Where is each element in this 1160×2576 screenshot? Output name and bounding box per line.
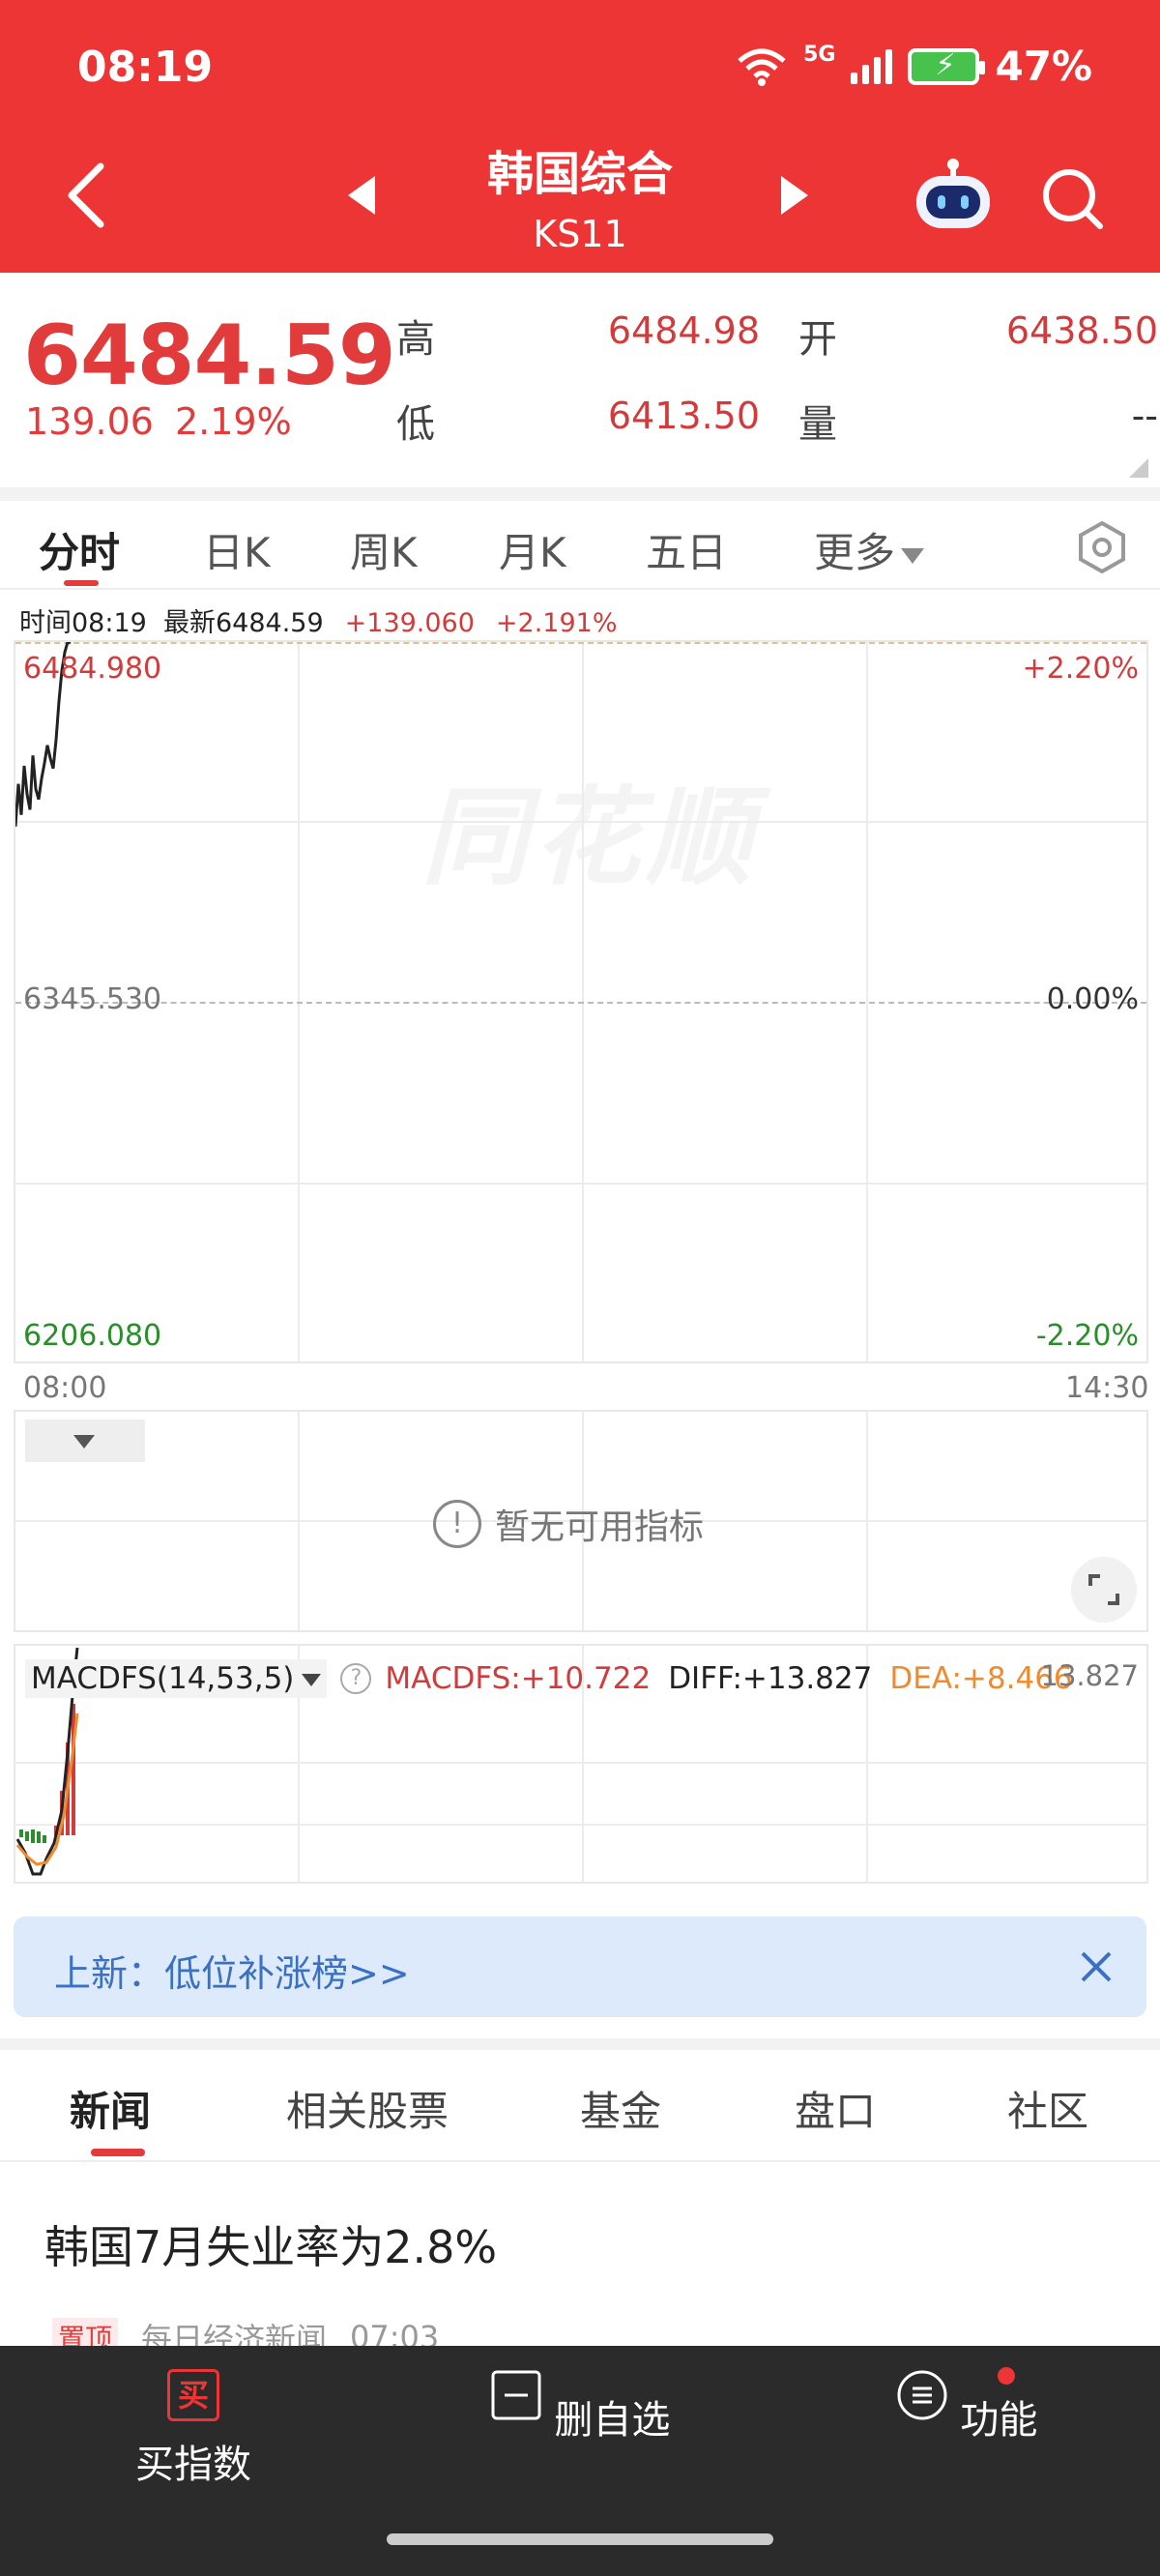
news-tab-indicator	[91, 2149, 145, 2156]
promo-banner[interactable]: 上新：低位补涨榜>>	[14, 1917, 1146, 2017]
tab-community[interactable]: 社区	[1007, 2079, 1088, 2138]
no-indicator-message: ! 暂无可用指标	[433, 1499, 704, 1549]
wifi-icon	[738, 48, 786, 86]
pct-label-top: +2.20%	[1022, 652, 1139, 686]
high-label: 高	[396, 317, 435, 362]
signal-icon	[851, 48, 893, 84]
minus-square-icon	[491, 2370, 541, 2420]
screen: 08:19 5G ⚡ 47% 韩国综合 KS11 6484.59 139.06 …	[0, 0, 1160, 2576]
fullscreen-icon[interactable]	[1071, 1557, 1137, 1623]
price-change: 139.06 2.19%	[25, 400, 292, 443]
battery-percent: 47%	[995, 43, 1092, 90]
divider	[0, 2160, 1160, 2162]
menu-circle-icon	[897, 2370, 947, 2420]
buy-index-label: 买指数	[135, 2443, 251, 2487]
info-latest: 最新6484.59	[162, 608, 324, 638]
pct-label-bottom: -2.20%	[1035, 1319, 1139, 1353]
divider	[0, 487, 1160, 501]
tab-daily-k[interactable]: 日K	[203, 520, 271, 579]
banner-text[interactable]: 上新：低位补涨榜>>	[54, 1944, 410, 1997]
info-change-pct: +2.191%	[495, 608, 618, 638]
y-label-top: 6484.980	[23, 652, 162, 686]
settings-icon[interactable]	[1075, 520, 1129, 574]
current-price: 6484.59	[23, 307, 396, 404]
no-indicator-text: 暂无可用指标	[495, 1508, 705, 1547]
indicator-panel: ! 暂无可用指标	[14, 1410, 1148, 1632]
indicator-dropdown[interactable]	[25, 1420, 145, 1462]
macd-panel[interactable]: MACDFS(14,53,5) ? MACDFS:+10.722 DIFF:+1…	[14, 1644, 1148, 1884]
open-value: 6438.50	[1005, 309, 1158, 352]
status-time: 08:19	[77, 43, 214, 92]
tab-active-indicator	[64, 580, 99, 586]
info-icon: !	[433, 1500, 481, 1548]
pct-label-mid: 0.00%	[1046, 982, 1139, 1016]
buy-index-button[interactable]: 买 买指数	[48, 2369, 338, 2489]
search-icon[interactable]	[1038, 164, 1106, 232]
tab-order-book[interactable]: 盘口	[795, 2079, 876, 2138]
status-icons: 5G ⚡ 47%	[736, 43, 1092, 90]
x-label-end: 14:30	[1065, 1371, 1149, 1405]
change-value: 139.06	[25, 400, 154, 443]
expand-corner-icon[interactable]	[1129, 458, 1148, 478]
home-indicator[interactable]	[387, 2533, 773, 2545]
tab-related-stocks[interactable]: 相关股票	[286, 2079, 449, 2138]
diff-value: DIFF:+13.827	[668, 1661, 873, 1696]
change-percent: 2.19%	[174, 400, 292, 443]
tab-intraday[interactable]: 分时	[39, 520, 120, 579]
info-time: 时间08:19	[19, 608, 147, 638]
close-icon[interactable]	[1075, 1946, 1117, 1988]
volume-value: --	[1131, 395, 1158, 437]
info-change: +139.060	[344, 608, 475, 638]
tab-more-label: 更多	[814, 529, 896, 576]
low-value: 6413.50	[607, 395, 760, 437]
volume-label: 量	[798, 402, 837, 447]
help-icon[interactable]: ?	[340, 1663, 372, 1694]
news-headline[interactable]: 韩国7月失业率为2.8%	[44, 2212, 497, 2276]
low-label: 低	[396, 402, 435, 447]
macd-name-label: MACDFS(14,53,5)	[31, 1661, 295, 1696]
x-label-start: 08:00	[23, 1371, 107, 1405]
functions-button[interactable]: 功能	[822, 2369, 1112, 2444]
buy-icon: 买	[167, 2369, 219, 2421]
tab-more[interactable]: 更多	[814, 520, 925, 579]
high-value: 6484.98	[607, 309, 760, 352]
battery-icon: ⚡	[908, 47, 986, 85]
tab-news[interactable]: 新闻	[70, 2079, 151, 2138]
macdfs-value: MACDFS:+10.722	[385, 1661, 652, 1696]
next-index-button[interactable]	[781, 176, 808, 215]
intraday-chart[interactable]: 同花顺 6484.980 +2.20% 6345.530 0.00% 6206.…	[14, 640, 1148, 1363]
functions-label: 功能	[960, 2398, 1038, 2443]
tab-monthly-k[interactable]: 月K	[499, 520, 566, 579]
open-label: 开	[798, 317, 837, 362]
price-line-plot	[15, 642, 72, 827]
period-tabs: 分时 日K 周K 月K 五日 更多	[0, 503, 1160, 590]
remove-watchlist-label: 删自选	[554, 2398, 671, 2443]
macd-selector[interactable]: MACDFS(14,53,5)	[25, 1659, 328, 1698]
network-label: 5G	[803, 43, 836, 67]
notification-dot	[998, 2367, 1015, 2385]
macd-axis-value: 13.827	[1040, 1659, 1139, 1692]
dropdown-arrow-icon	[302, 1674, 322, 1686]
triangle-right-icon	[781, 176, 808, 215]
buy-icon-text: 买	[177, 2377, 209, 2414]
macd-legend: MACDFS(14,53,5) ? MACDFS:+10.722 DIFF:+1…	[25, 1659, 1073, 1698]
tab-funds[interactable]: 基金	[580, 2079, 661, 2138]
tab-weekly-k[interactable]: 周K	[350, 520, 418, 579]
dropdown-arrow-icon	[901, 547, 925, 564]
header: 08:19 5G ⚡ 47% 韩国综合 KS11	[0, 0, 1160, 273]
remove-watchlist-button[interactable]: 删自选	[435, 2369, 725, 2444]
robot-assistant-icon[interactable]	[913, 157, 994, 232]
divider	[0, 2038, 1160, 2050]
crosshair-info: 时间08:19 最新6484.59 +139.060 +2.191%	[19, 601, 618, 639]
tab-five-day[interactable]: 五日	[646, 520, 727, 579]
y-label-mid: 6345.530	[23, 982, 162, 1016]
y-label-bottom: 6206.080	[23, 1319, 162, 1353]
